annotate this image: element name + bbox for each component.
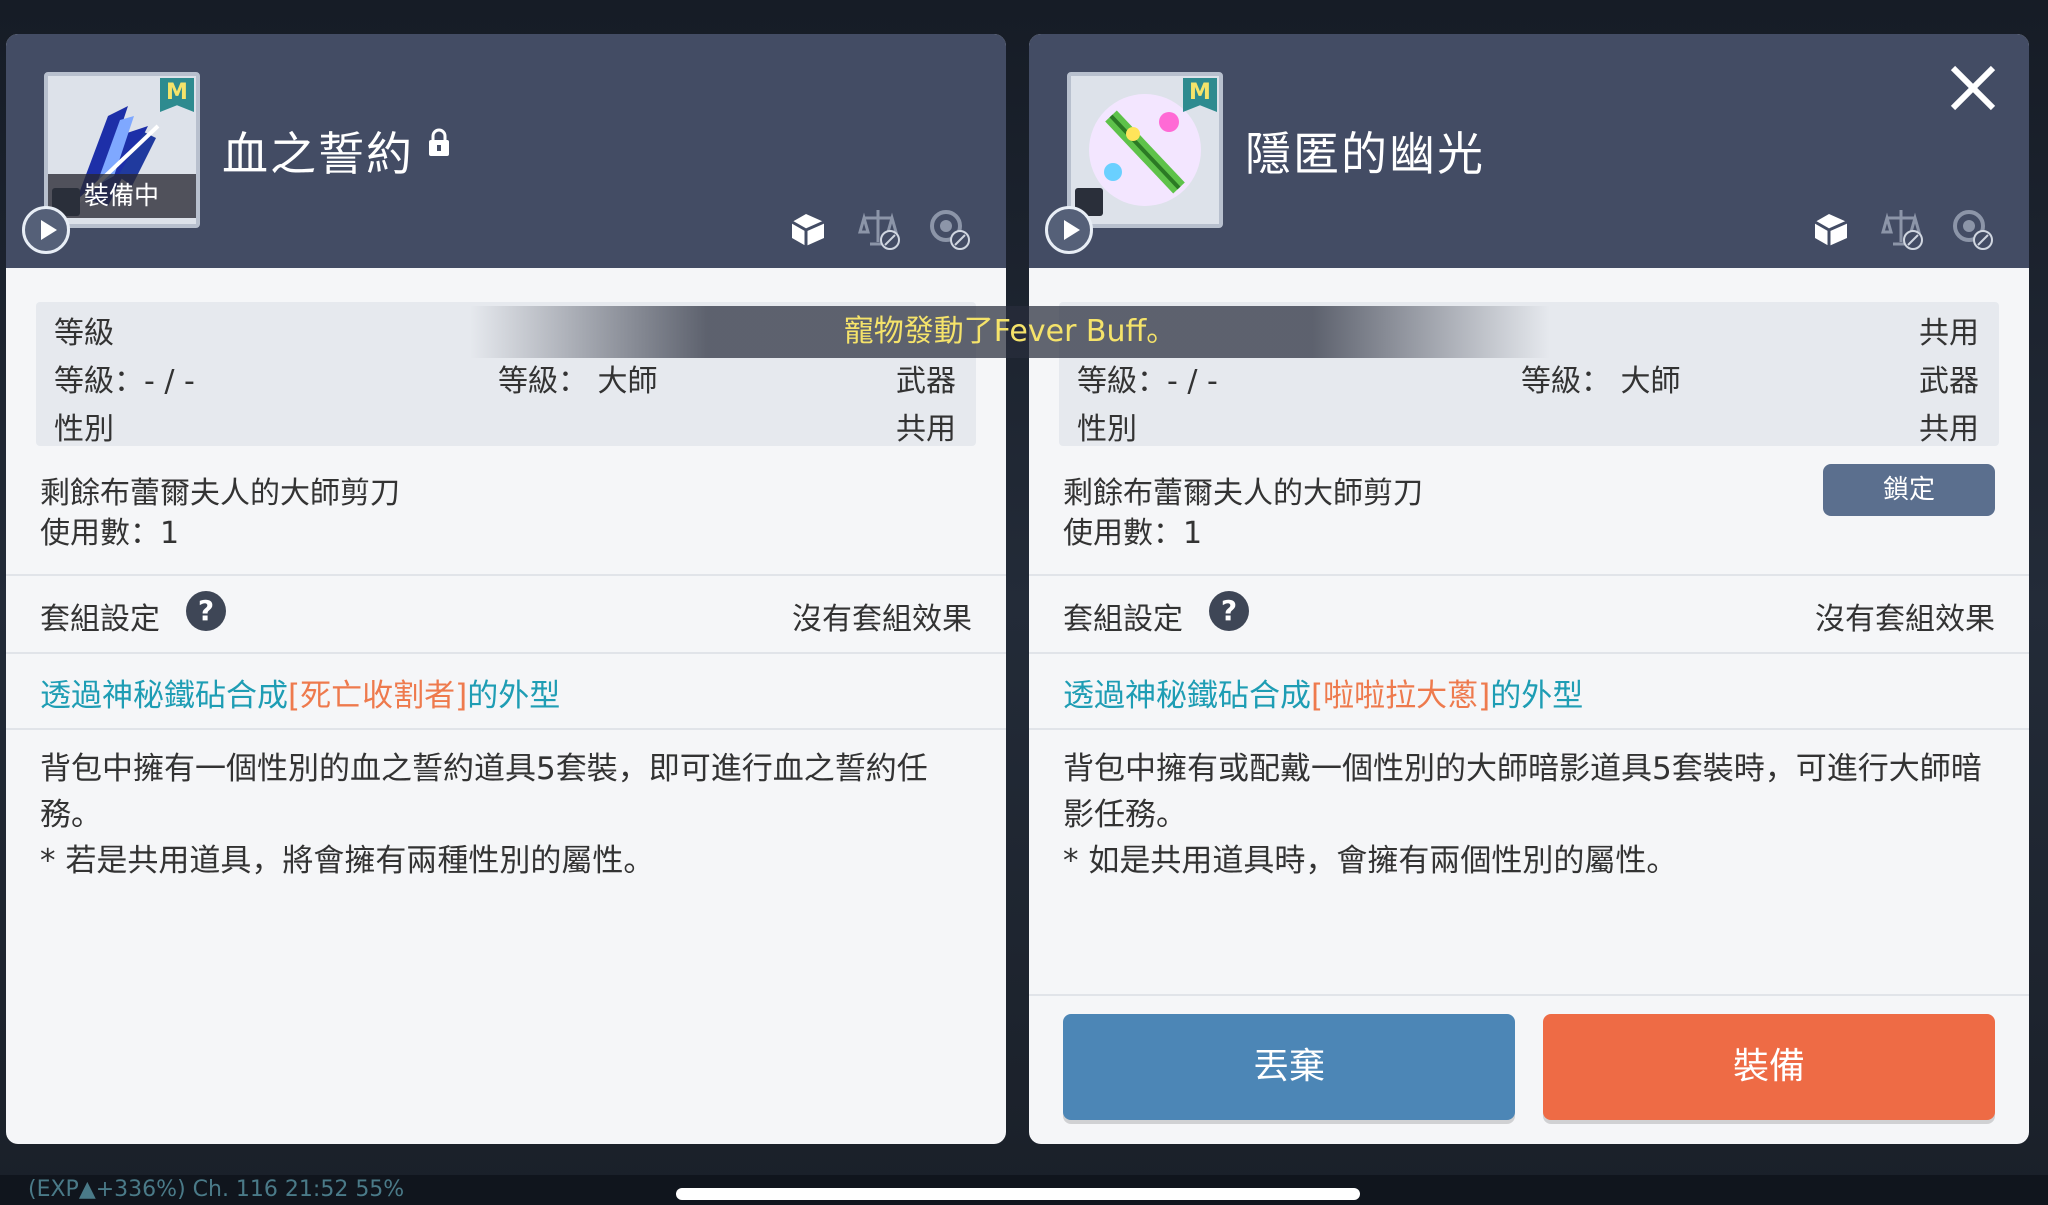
refresh-disabled-icon[interactable]: [924, 204, 972, 252]
set-label: 套組設定: [40, 602, 160, 637]
refresh-disabled-icon[interactable]: [1947, 204, 1995, 252]
item-image: M: [1067, 72, 1223, 228]
stat-req-level: 等級：- / -: [54, 364, 195, 399]
item-image: M 裝備中: [44, 72, 200, 228]
toast-notification: 寵物發動了Fever Buff。: [470, 306, 1550, 358]
stat-gender-label: 性別: [54, 412, 114, 447]
set-effect: 沒有套組效果: [792, 602, 972, 637]
compare-item-panel: M 隱匿的幽光 共用 等級：- / - 等級： 大師 武器 性別 共用 剩餘布蕾…: [1029, 34, 2029, 1144]
transmog-item: [死亡收割者]: [288, 678, 468, 714]
item-header: M 裝備中 血之誓約: [6, 34, 1006, 268]
transmog-prefix: 透過神秘鐵砧合成: [40, 678, 288, 714]
play-icon[interactable]: [22, 206, 70, 254]
transmog-suffix: 的外型: [467, 678, 561, 714]
divider: [6, 652, 1006, 654]
help-icon[interactable]: ?: [1209, 591, 1249, 631]
compare-disabled-icon[interactable]: [1877, 204, 1925, 252]
divider: [1029, 574, 2029, 576]
item-header: M 隱匿的幽光: [1029, 34, 2029, 268]
stat-req-level: 等級：- / -: [1077, 364, 1218, 399]
transmog-item: [啦啦拉大蔥]: [1311, 678, 1491, 714]
stat-row-gender: 性別 共用: [36, 398, 976, 447]
item-description: 背包中擁有一個性別的血之誓約道具5套裝，即可進行血之誓約任務。 * 若是共用道具…: [40, 746, 984, 884]
divider: [6, 574, 1006, 576]
stat-type: 武器: [896, 364, 956, 399]
share-icon[interactable]: [1807, 204, 1855, 252]
lock-icon: [429, 128, 449, 156]
shears-line: 剩餘布蕾爾夫人的大師剪刀: [40, 476, 400, 511]
uses-line: 使用數：1: [1063, 516, 1203, 551]
desc-note: * 如是共用道具時，會擁有兩個性別的屬性。: [1063, 843, 1678, 879]
item-title: 血之誓約: [222, 127, 414, 181]
stat-gender-label: 性別: [1077, 412, 1137, 447]
stat-grade: 等級： 大師: [1521, 364, 1681, 399]
stat-level-value: 共用: [1919, 316, 1979, 351]
divider: [6, 728, 1006, 730]
transmog-suffix: 的外型: [1490, 678, 1584, 714]
stat-gender-value: 共用: [896, 412, 956, 447]
stat-type: 武器: [1919, 364, 1979, 399]
lock-button[interactable]: 鎖定: [1823, 464, 1995, 516]
set-effect: 沒有套組效果: [1815, 602, 1995, 637]
stat-gender-value: 共用: [1919, 412, 1979, 447]
transmog-line: 透過神秘鐵砧合成[死亡收割者]的外型: [40, 670, 560, 715]
play-icon[interactable]: [1045, 206, 1093, 254]
discard-button[interactable]: 丟棄: [1063, 1014, 1515, 1120]
transmog-line: 透過神秘鐵砧合成[啦啦拉大蔥]的外型: [1063, 670, 1583, 715]
equip-button[interactable]: 裝備: [1543, 1014, 1995, 1120]
uses-line: 使用數：1: [40, 516, 180, 551]
home-indicator[interactable]: [676, 1188, 1360, 1200]
stat-level-label: 等級: [54, 316, 114, 351]
desc-line: 背包中擁有一個性別的血之誓約道具5套裝，即可進行血之誓約任務。: [40, 751, 928, 833]
shears-info: 剩餘布蕾爾夫人的大師剪刀 使用數：1: [1063, 474, 1423, 554]
item-title: 隱匿的幽光: [1245, 127, 1485, 181]
desc-note: * 若是共用道具，將會擁有兩種性別的屬性。: [40, 843, 655, 879]
transmog-prefix: 透過神秘鐵砧合成: [1063, 678, 1311, 714]
shears-line: 剩餘布蕾爾夫人的大師剪刀: [1063, 476, 1423, 511]
status-text: (EXP▲+336%) Ch. 116 21:52 55%: [28, 1177, 405, 1202]
desc-line: 背包中擁有或配戴一個性別的大師暗影道具5套裝時，可進行大師暗影任務。: [1063, 751, 1982, 833]
divider: [1029, 994, 2029, 996]
stat-grade: 等級： 大師: [498, 364, 658, 399]
set-label: 套組設定: [1063, 602, 1183, 637]
equipped-item-panel: M 裝備中 血之誓約 等級 等級：- / - 等級： 大師 武器 性別 共用 剩…: [6, 34, 1006, 1144]
help-icon[interactable]: ?: [186, 591, 226, 631]
shears-info: 剩餘布蕾爾夫人的大師剪刀 使用數：1: [40, 474, 400, 554]
compare-disabled-icon[interactable]: [854, 204, 902, 252]
divider: [1029, 652, 2029, 654]
item-description: 背包中擁有或配戴一個性別的大師暗影道具5套裝時，可進行大師暗影任務。 * 如是共…: [1063, 746, 2007, 884]
close-icon[interactable]: [1945, 60, 2001, 116]
stat-row-gender: 性別 共用: [1059, 398, 1999, 447]
divider: [1029, 728, 2029, 730]
share-icon[interactable]: [784, 204, 832, 252]
